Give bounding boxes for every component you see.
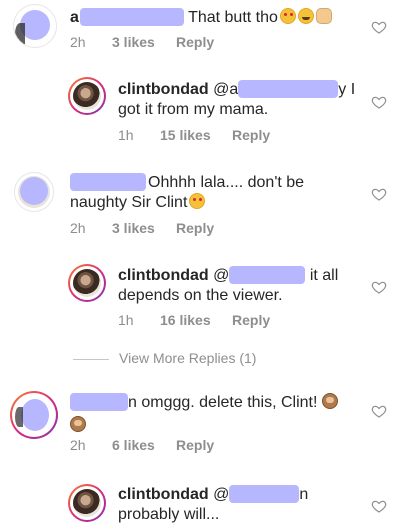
like-heart-icon[interactable] bbox=[371, 498, 387, 514]
view-more-divider bbox=[73, 359, 109, 360]
comment: Ohhhh lala.... don't be naughty Sir Clin… bbox=[0, 160, 400, 240]
redacted-username bbox=[70, 392, 128, 411]
avatar-redaction bbox=[20, 177, 48, 205]
comment-username[interactable]: clintbondad bbox=[118, 81, 209, 98]
avatar[interactable] bbox=[68, 484, 106, 522]
comment-meta: 2h 3 likes Reply bbox=[70, 220, 214, 236]
comment-text: a That butt tho bbox=[70, 7, 370, 28]
grinning-emoji bbox=[297, 8, 314, 25]
avatar-redaction bbox=[21, 399, 49, 431]
reply-button[interactable]: Reply bbox=[176, 34, 214, 50]
avatar-dark-edge bbox=[15, 23, 25, 45]
view-more-replies[interactable]: View More Replies (1) bbox=[73, 350, 333, 370]
like-heart-icon[interactable] bbox=[371, 403, 387, 419]
comment-reply: clintbondad @ n probably will... bbox=[0, 478, 400, 530]
like-heart-icon[interactable] bbox=[371, 279, 387, 295]
avatar[interactable] bbox=[68, 77, 106, 115]
avatar[interactable] bbox=[10, 391, 58, 439]
heart-eyes-emoji bbox=[279, 8, 296, 25]
comment-reply: clintbondad @ it all depends on the view… bbox=[0, 255, 400, 335]
comment-text: clintbondad @a y I got it from my mama. bbox=[118, 79, 358, 120]
comment-meta: 2h 3 likes Reply bbox=[70, 34, 214, 50]
redacted-username bbox=[79, 7, 184, 26]
reply-button[interactable]: Reply bbox=[176, 220, 214, 236]
heart-eyes-emoji bbox=[189, 193, 206, 210]
mention[interactable]: @ bbox=[213, 267, 229, 284]
comment-meta: 2h 6 likes Reply bbox=[70, 437, 214, 453]
comment-body: That butt tho bbox=[188, 9, 278, 26]
comment-username[interactable]: a bbox=[70, 9, 79, 26]
avatar-image bbox=[73, 269, 101, 297]
comment-likes[interactable]: 15 likes bbox=[160, 127, 232, 143]
comment-text: clintbondad @ it all depends on the view… bbox=[118, 265, 358, 306]
like-heart-icon[interactable] bbox=[371, 19, 387, 35]
comment-body: n omggg. delete this, Clint! bbox=[128, 394, 318, 411]
comment-time: 1h bbox=[118, 127, 134, 143]
redacted-mention bbox=[238, 79, 339, 98]
comment: a That butt tho 2h 3 likes Reply bbox=[0, 0, 400, 60]
comment-username[interactable]: clintbondad bbox=[118, 486, 209, 503]
see-no-evil-monkey-emoji bbox=[322, 393, 339, 410]
mention-suffix: y bbox=[338, 81, 347, 98]
comment-time: 2h bbox=[70, 34, 86, 50]
avatar[interactable] bbox=[14, 172, 54, 212]
ok-hand-emoji bbox=[315, 8, 332, 25]
comment-thread: a That butt tho 2h 3 likes Reply clintbond… bbox=[0, 0, 400, 530]
comment-time: 1h bbox=[118, 312, 134, 328]
comment-meta: 1h 16 likes Reply bbox=[118, 312, 270, 328]
comment-likes[interactable]: 16 likes bbox=[160, 312, 232, 328]
avatar[interactable] bbox=[68, 264, 106, 302]
comment-meta: 1h 15 likes Reply bbox=[118, 127, 270, 143]
redacted-mention bbox=[229, 484, 300, 503]
reply-button[interactable]: Reply bbox=[176, 437, 214, 453]
avatar-dark-edge bbox=[15, 407, 23, 427]
comment-text: clintbondad @ n probably will... bbox=[118, 484, 368, 525]
see-no-evil-monkey-emoji bbox=[70, 415, 86, 432]
comment-reply: clintbondad @a y I got it from my mama. 1… bbox=[0, 70, 400, 150]
comment: n omggg. delete this, Clint! 2h 6 likes Re… bbox=[0, 385, 400, 465]
comment-text: n omggg. delete this, Clint! bbox=[70, 392, 370, 433]
avatar-image bbox=[73, 82, 101, 110]
comment-likes[interactable]: 6 likes bbox=[112, 437, 176, 453]
comment-time: 2h bbox=[70, 437, 86, 453]
reply-button[interactable]: Reply bbox=[232, 312, 270, 328]
reply-button[interactable]: Reply bbox=[232, 127, 270, 143]
redacted-mention bbox=[229, 265, 306, 284]
like-heart-icon[interactable] bbox=[371, 94, 387, 110]
comment-time: 2h bbox=[70, 220, 86, 236]
mention[interactable]: @ bbox=[213, 486, 229, 503]
comment-likes[interactable]: 3 likes bbox=[112, 34, 176, 50]
redacted-username bbox=[70, 172, 146, 191]
comment-text: Ohhhh lala.... don't be naughty Sir Clin… bbox=[70, 172, 320, 213]
avatar[interactable] bbox=[13, 4, 57, 48]
comment-likes[interactable]: 3 likes bbox=[112, 220, 176, 236]
comment-username[interactable]: clintbondad bbox=[118, 267, 209, 284]
mention[interactable]: @a bbox=[213, 81, 238, 98]
view-more-replies-label[interactable]: View More Replies (1) bbox=[119, 350, 256, 366]
avatar-image bbox=[73, 489, 101, 517]
like-heart-icon[interactable] bbox=[371, 186, 387, 202]
